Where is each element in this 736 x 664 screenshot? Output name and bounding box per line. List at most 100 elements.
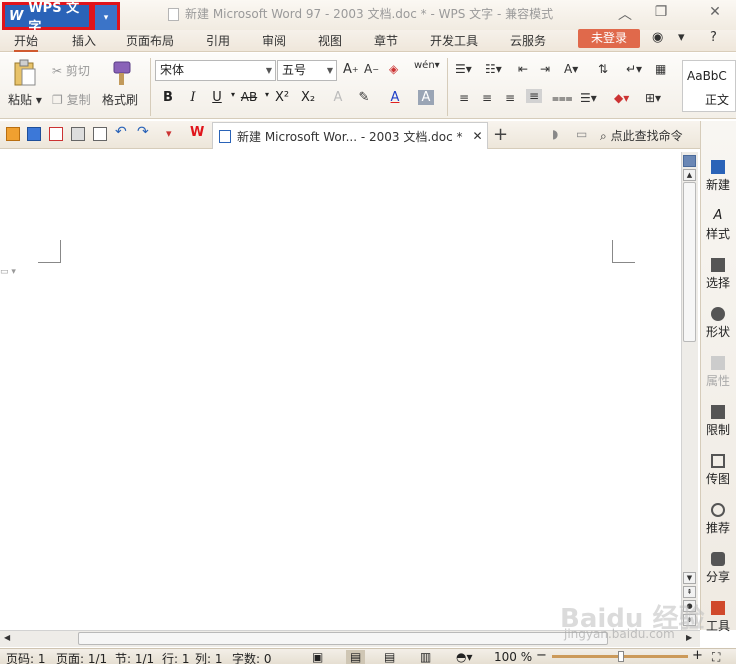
customize-quickbar-icon[interactable]: ▾ [166, 127, 180, 141]
style-gallery[interactable]: AaBbC 正文 [682, 60, 736, 112]
text-effect-icon[interactable]: A [329, 90, 347, 105]
wps-app-menu-button[interactable]: W WPS 文字 [2, 1, 92, 35]
save-icon[interactable] [27, 127, 41, 141]
distributed-icon[interactable]: ⩶ [552, 91, 573, 106]
copy-button[interactable]: ❐ 复制 [52, 91, 91, 108]
tab-developer[interactable]: 开发工具 [430, 32, 478, 49]
print-preview-icon[interactable] [93, 127, 107, 141]
tab-view[interactable]: 视图 [318, 32, 342, 49]
find-command-search[interactable]: ⌕ 点此查找命令 [600, 127, 683, 144]
text-style-icon[interactable]: A▾ [564, 62, 578, 76]
tab-section[interactable]: 章节 [374, 32, 398, 49]
taskpane-share[interactable]: 分享 [702, 552, 734, 585]
close-tab-icon[interactable]: ✕ [473, 129, 483, 143]
bullet-list-icon[interactable]: ☰▾ [455, 62, 472, 76]
grow-font-button[interactable]: A + [343, 62, 359, 77]
tab-insert[interactable]: 插入 [72, 32, 96, 49]
tab-review[interactable]: 审阅 [262, 32, 286, 49]
bold-button[interactable]: B [159, 90, 177, 105]
status-pages[interactable]: 页面: 1/1 [56, 650, 107, 664]
format-painter-icon[interactable] [108, 59, 134, 87]
strikethrough-button[interactable]: AB [238, 90, 260, 104]
decrease-indent-icon[interactable]: ⇤ [518, 62, 528, 76]
superscript-button[interactable]: X² [272, 90, 292, 105]
login-button[interactable]: 未登录 [578, 29, 640, 48]
italic-button[interactable]: I [184, 90, 202, 105]
fit-page-icon[interactable]: ⛶ [712, 650, 720, 664]
close-button[interactable]: ✕ [704, 4, 726, 20]
sort-icon[interactable]: ⇅ [598, 62, 608, 76]
redo-icon[interactable]: ↷ [137, 124, 151, 140]
font-color-button[interactable]: A [386, 90, 404, 105]
taskpane-new[interactable]: 新建 [702, 160, 734, 193]
clear-format-icon[interactable]: ◈ [389, 62, 398, 76]
open-icon[interactable] [6, 127, 20, 141]
page-view-icon[interactable]: ▤ [346, 650, 366, 664]
help-button[interactable]: ? [710, 30, 717, 45]
fullscreen-icon[interactable]: ▣ [312, 650, 323, 664]
taskpane-tools[interactable]: 工具 [702, 601, 734, 634]
undo-icon[interactable]: ↶ [115, 124, 129, 140]
tab-cloud-service[interactable]: 云服务 [510, 32, 546, 49]
taskpane-shapes[interactable]: 形状 [702, 307, 734, 340]
numbered-list-icon[interactable]: ☷▾ [485, 62, 502, 76]
export-pdf-icon[interactable] [49, 127, 63, 141]
align-center-icon[interactable]: ≡ [482, 91, 492, 105]
shrink-font-button[interactable]: A − [364, 62, 379, 76]
tab-references[interactable]: 引用 [206, 32, 230, 49]
line-spacing-icon[interactable]: ☰▾ [580, 91, 597, 105]
vertical-scroll-thumb[interactable] [683, 182, 696, 342]
zoom-level[interactable]: 100 % [494, 650, 532, 664]
scroll-left-button[interactable]: ◀ [4, 633, 10, 642]
shirt-icon[interactable]: ▾ [678, 30, 685, 45]
increase-indent-icon[interactable]: ⇥ [540, 62, 550, 76]
scroll-down-button[interactable]: ▼ [683, 572, 696, 584]
align-left-icon[interactable]: ≡ [459, 91, 469, 105]
tab-page-layout[interactable]: 页面布局 [126, 32, 174, 49]
pinyin-guide-button[interactable]: wén▾ [414, 60, 440, 71]
taskpane-upload-image[interactable]: 传图 [702, 454, 734, 487]
highlight-icon[interactable]: ✎ [355, 90, 373, 105]
zoom-in-button[interactable]: + [692, 648, 703, 663]
borders-icon[interactable]: ⊞▾ [645, 91, 661, 105]
print-icon[interactable] [71, 127, 85, 141]
status-section[interactable]: 节: 1/1 [115, 650, 154, 664]
paste-button[interactable]: 粘贴 ▾ [8, 91, 42, 108]
web-view-icon[interactable]: ▥ [420, 650, 431, 664]
taskpane-restrict[interactable]: 限制 [702, 405, 734, 438]
taskpane-select[interactable]: 选择 [702, 258, 734, 291]
shading-icon[interactable]: ◆▾ [614, 91, 629, 105]
taskpane-styles[interactable]: A 样式 [702, 209, 734, 242]
clipboard-icon[interactable] [12, 59, 38, 87]
paragraph-handle-icon[interactable]: ▭ ▾ [0, 267, 16, 277]
show-marks-icon[interactable]: ↵▾ [626, 62, 642, 76]
table-icon[interactable]: ▦ [655, 62, 666, 76]
document-tab[interactable]: 新建 Microsoft Wor... - 2003 文档.doc * ✕ [212, 122, 488, 149]
wps-home-icon[interactable]: W [190, 125, 204, 140]
char-shading-icon[interactable]: A [418, 90, 434, 105]
status-page-number[interactable]: 页码: 1 [6, 650, 46, 664]
status-row[interactable]: 行: 1 [162, 650, 190, 664]
tab-list-icon[interactable]: ◗ [552, 127, 558, 141]
cut-button[interactable]: ✂ 剪切 [52, 62, 90, 79]
minimize-button[interactable]: ︿ [614, 4, 636, 24]
zoom-slider-thumb[interactable] [618, 651, 624, 662]
outline-view-icon[interactable]: ▤ [384, 650, 395, 664]
font-name-select[interactable]: 宋体 ▼ [155, 60, 276, 81]
subscript-button[interactable]: X₂ [298, 90, 318, 105]
horizontal-scroll-thumb[interactable] [78, 632, 608, 645]
new-tab-button[interactable]: + [493, 124, 508, 145]
status-word-count[interactable]: 字数: 0 [232, 650, 272, 664]
skin-icon[interactable]: ◉ [652, 30, 663, 45]
document-canvas[interactable] [0, 150, 680, 630]
zoom-out-button[interactable]: − [536, 648, 547, 663]
font-size-select[interactable]: 五号 ▼ [277, 60, 337, 81]
prev-page-button[interactable]: ⇞ [683, 586, 696, 598]
format-painter-button[interactable]: 格式刷 [102, 91, 138, 108]
tab-home[interactable]: 开始 [14, 32, 39, 52]
restore-button[interactable]: ❐ [650, 4, 672, 20]
eye-protect-icon[interactable]: ◓▾ [456, 650, 473, 664]
scroll-up-button[interactable]: ▲ [683, 169, 696, 181]
ruler-toggle-icon[interactable] [683, 155, 696, 167]
tab-menu-icon[interactable]: ▭ [576, 127, 587, 141]
